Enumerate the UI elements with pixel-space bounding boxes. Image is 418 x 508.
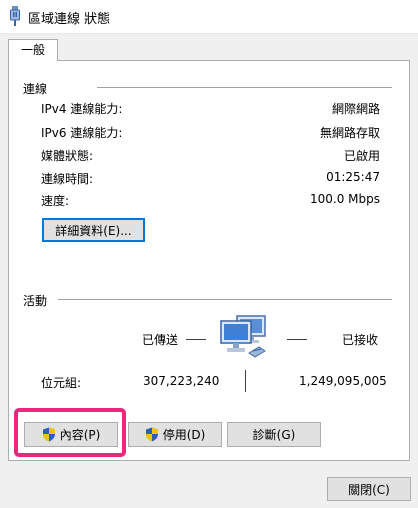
details-button[interactable]: 詳細資料(E)... [42,218,145,242]
bytes-label: 位元組: [41,376,82,390]
properties-button-label: 內容(P) [59,428,101,442]
network-computers-icon [220,315,266,358]
diagnose-button[interactable]: 診斷(G) [227,422,321,447]
ipv4-connectivity-value: 網際網路 [331,102,380,116]
ipv6-connectivity-label: IPv6 連線能力: [41,126,123,140]
network-adapter-icon [10,6,20,26]
media-state-label: 媒體狀態: [41,149,94,163]
bytes-separator [245,370,246,392]
duration-value: 01:25:47 [326,170,380,184]
title-bar: 區域連線 狀態 [0,0,418,34]
close-button[interactable]: 關閉(C) [327,477,411,501]
tab-general[interactable]: 一般 [8,39,58,61]
sent-label: 已傳送 [142,333,179,347]
bytes-sent-value: 307,223,240 [143,374,220,388]
sent-connector-line [186,339,206,340]
ipv6-connectivity-value: 無網路存取 [319,126,380,140]
tab-panel-general [8,60,410,461]
speed-value: 100.0 Mbps [309,192,380,206]
uac-shield-icon [42,427,55,442]
media-state-value: 已啟用 [343,149,380,163]
bytes-received-value: 1,249,095,005 [299,374,387,388]
connection-group-label: 連線 [23,82,48,96]
ipv4-connectivity-label: IPv4 連線能力: [41,102,123,116]
activity-group-label: 活動 [23,294,48,308]
duration-label: 連線時間: [41,172,94,186]
speed-label: 速度: [41,194,70,208]
properties-button[interactable]: 內容(P) [24,422,118,447]
uac-shield-icon [145,427,158,442]
received-label: 已接收 [342,333,379,347]
disable-button[interactable]: 停用(D) [128,422,222,447]
activity-group-divider [58,299,392,300]
disable-button-label: 停用(D) [162,428,206,442]
connection-group-divider [97,87,392,88]
window-title: 區域連線 狀態 [28,12,111,27]
diagnose-button-label: 診斷(G) [252,428,296,442]
received-connector-line [287,339,307,340]
